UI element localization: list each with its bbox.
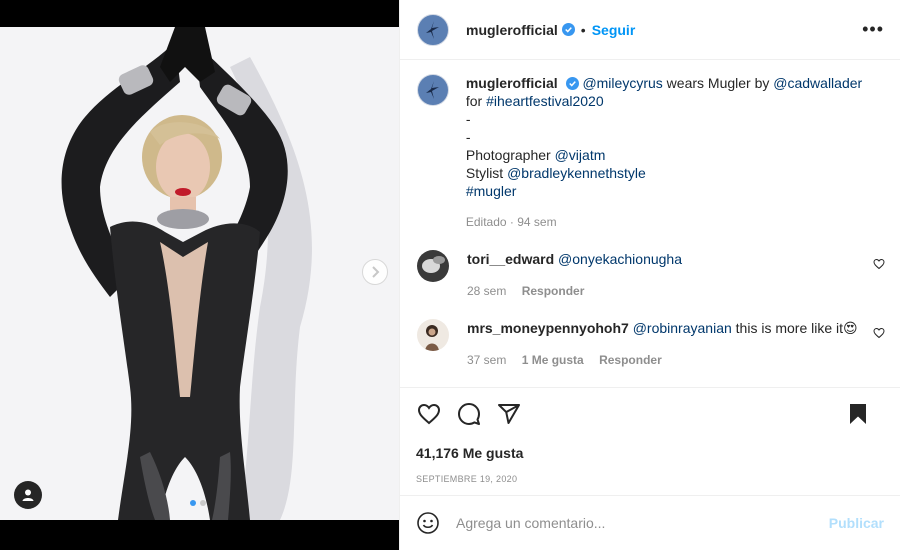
- user-tags-button[interactable]: [14, 481, 42, 509]
- save-button[interactable]: [848, 403, 868, 425]
- caption-segment: Photographer: [465, 147, 555, 163]
- verified-badge-icon: [561, 23, 575, 36]
- mention-link[interactable]: @vijatm: [555, 147, 606, 163]
- caption-segment: Stylist: [465, 165, 508, 181]
- carousel-dot: [200, 500, 206, 506]
- avatar[interactable]: [417, 319, 449, 351]
- star-logo-icon: [426, 20, 439, 39]
- user-tag-icon: [22, 489, 34, 501]
- reply-button[interactable]: Responder: [522, 284, 585, 298]
- caption-dash: -: [465, 111, 471, 127]
- comments-section[interactable]: muglerofficial @mileycyrus wears Mugler …: [400, 60, 900, 387]
- heart-icon: [417, 403, 441, 425]
- mention-link[interactable]: @mileycyrus: [582, 75, 662, 91]
- caption-dash: -: [465, 129, 471, 145]
- model-photo-image: [0, 27, 399, 520]
- caption-meta: Editado · 94 sem: [465, 215, 557, 229]
- avatar[interactable]: [417, 13, 449, 46]
- likes-count[interactable]: 41,176 Me gusta: [416, 445, 884, 461]
- comment-time[interactable]: 28 sem: [467, 284, 506, 298]
- caption-segment: for: [465, 93, 487, 109]
- post-photo[interactable]: [0, 27, 399, 520]
- caption-username[interactable]: muglerofficial: [466, 75, 558, 91]
- star-logo-icon: [425, 81, 439, 99]
- comment-time[interactable]: 37 sem: [467, 353, 506, 367]
- bookmark-icon: [850, 404, 866, 424]
- mention-link[interactable]: @cadwallader: [773, 75, 862, 91]
- share-button[interactable]: [497, 402, 521, 426]
- comment-item: mrs_moneypennyohoh7 @robinrayanian this …: [417, 319, 885, 369]
- post-media: [0, 0, 399, 550]
- mention-link[interactable]: @onyekachionugha: [558, 251, 682, 267]
- comment-username[interactable]: tori__edward: [467, 251, 554, 267]
- caption-segment: wears Mugler by: [662, 75, 774, 91]
- share-icon: [498, 404, 520, 424]
- comment-likes[interactable]: 1 Me gusta: [522, 353, 584, 367]
- follow-button[interactable]: Seguir: [592, 22, 636, 38]
- heart-icon[interactable]: [873, 258, 885, 270]
- hashtag-link[interactable]: #mugler: [466, 183, 517, 199]
- avatar-image: [417, 319, 449, 351]
- like-button[interactable]: [417, 402, 441, 426]
- comment-item: tori__edward @onyekachionugha 28 sem Res…: [417, 250, 885, 300]
- caption-text: muglerofficial @mileycyrus wears Mugler …: [466, 74, 884, 231]
- hashtag-link[interactable]: #iheartfestival2020: [486, 93, 604, 109]
- chevron-right-icon: [372, 266, 380, 278]
- publish-button[interactable]: Publicar: [829, 515, 884, 531]
- comment-button[interactable]: [457, 402, 481, 426]
- post-actions: 41,176 Me gusta SEPTIEMBRE 19, 2020: [400, 387, 900, 495]
- verified-badge-icon: [565, 77, 579, 90]
- comment-username[interactable]: mrs_moneypennyohoh7: [467, 320, 629, 336]
- mention-link[interactable]: @bradleykennethstyle: [507, 165, 646, 181]
- add-comment-bar: Publicar: [400, 495, 900, 550]
- separator: •: [580, 21, 586, 38]
- emoji-icon[interactable]: [416, 511, 440, 535]
- caption-avatar[interactable]: [417, 74, 449, 106]
- heart-icon[interactable]: [873, 327, 885, 339]
- carousel-dot-active: [190, 500, 196, 506]
- carousel-indicator: [190, 500, 206, 506]
- comment-text: this is more like it😍: [731, 320, 858, 336]
- post-username[interactable]: muglerofficial: [466, 22, 558, 38]
- post-date[interactable]: SEPTIEMBRE 19, 2020: [416, 474, 884, 484]
- comment-icon: [458, 403, 480, 425]
- carousel-next-button[interactable]: [362, 259, 388, 285]
- avatar[interactable]: [417, 250, 449, 282]
- reply-button[interactable]: Responder: [599, 353, 662, 367]
- post-header: muglerofficial • Seguir •••: [400, 0, 900, 60]
- post-caption: muglerofficial @mileycyrus wears Mugler …: [417, 74, 884, 231]
- mention-link[interactable]: @robinrayanian: [633, 320, 732, 336]
- avatar-image: [417, 250, 449, 282]
- post-details-panel: muglerofficial • Seguir ••• mugleroffici…: [399, 0, 900, 550]
- more-options-button[interactable]: •••: [862, 19, 884, 40]
- comment-input[interactable]: [456, 515, 816, 531]
